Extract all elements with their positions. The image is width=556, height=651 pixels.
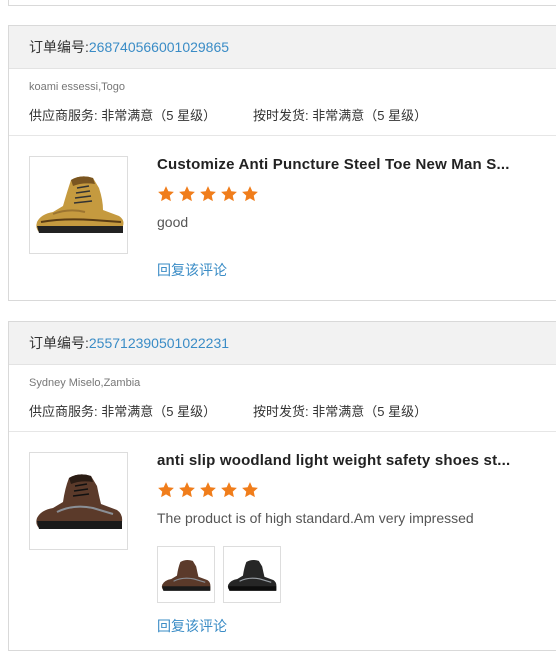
review-card: 订单编号: 268740566001029865 koami essessi,To… — [8, 25, 556, 301]
rating-line: 供应商服务: 非常满意（5 星级） 按时发货: 非常满意（5 星级） — [29, 105, 427, 124]
rating-line: 供应商服务: 非常满意（5 星级） 按时发货: 非常满意（5 星级） — [29, 401, 427, 420]
black-safety-boot-icon — [227, 559, 277, 591]
product-thumbnail[interactable] — [29, 452, 128, 550]
buyer-info: Sydney Miselo,Zambia 供应商服务: 非常满意（5 星级） 按时… — [9, 365, 556, 432]
star-icon — [242, 482, 258, 498]
review-text: good — [157, 214, 189, 230]
order-number-label: 订单编号: — [29, 39, 89, 55]
product-title[interactable]: Customize Anti Puncture Steel Toe New Ma… — [157, 156, 510, 173]
order-header: 订单编号: 268740566001029865 — [9, 26, 556, 69]
review-photo[interactable] — [157, 546, 215, 603]
review-photo[interactable] — [223, 546, 281, 603]
reply-review-link[interactable]: 回复该评论 — [157, 616, 227, 636]
product-title[interactable]: anti slip woodland light weight safety s… — [157, 452, 510, 469]
brown-safety-boot-icon — [35, 474, 122, 529]
star-icon — [200, 186, 216, 202]
reply-review-link[interactable]: 回复该评论 — [157, 260, 227, 280]
review-card: 订单编号: 255712390501022231 Sydney Miselo,Za… — [8, 321, 556, 651]
order-header: 订单编号: 255712390501022231 — [9, 322, 556, 365]
star-icon — [221, 186, 237, 202]
supplier-service-rating: 供应商服务: 非常满意（5 星级） — [29, 108, 217, 123]
shipping-rating: 按时发货: 非常满意（5 星级） — [253, 108, 428, 123]
buyer-name: Sydney Miselo,Zambia — [29, 377, 141, 389]
tan-work-boot-icon — [35, 176, 124, 233]
previous-review-card-edge — [8, 0, 556, 6]
star-icon — [221, 482, 237, 498]
star-rating — [157, 481, 259, 499]
star-icon — [179, 186, 195, 202]
order-number-link[interactable]: 268740566001029865 — [89, 39, 229, 55]
star-rating — [157, 185, 259, 203]
star-icon — [200, 482, 216, 498]
review-text: The product is of high standard.Am very … — [157, 510, 474, 526]
star-icon — [158, 482, 174, 498]
product-review: anti slip woodland light weight safety s… — [9, 432, 556, 646]
order-number-link[interactable]: 255712390501022231 — [89, 335, 229, 351]
buyer-name: koami essessi,Togo — [29, 81, 125, 93]
shipping-rating: 按时发货: 非常满意（5 星级） — [253, 404, 428, 419]
buyer-info: koami essessi,Togo 供应商服务: 非常满意（5 星级） 按时发货… — [9, 69, 556, 136]
brown-safety-boot-icon — [161, 559, 211, 591]
supplier-service-rating: 供应商服务: 非常满意（5 星级） — [29, 404, 217, 419]
star-icon — [179, 482, 195, 498]
star-icon — [242, 186, 258, 202]
product-review: Customize Anti Puncture Steel Toe New Ma… — [9, 136, 556, 296]
order-number-label: 订单编号: — [29, 335, 89, 351]
product-thumbnail[interactable] — [29, 156, 128, 254]
star-icon — [158, 186, 174, 202]
